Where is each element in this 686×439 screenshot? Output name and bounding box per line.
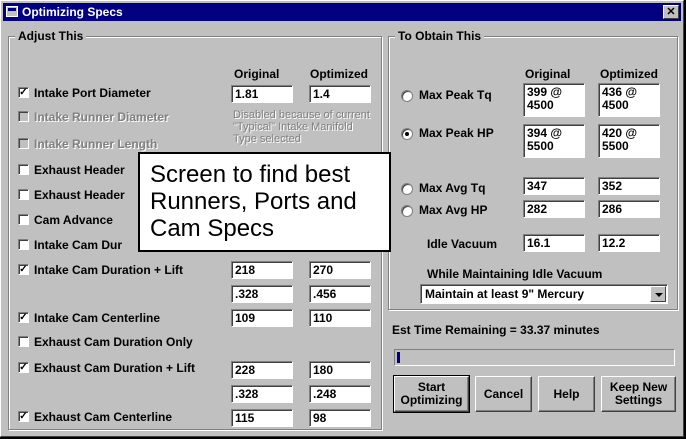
est-time-remaining: Est Time Remaining = 33.37 minutes — [392, 323, 600, 337]
max-avg-hp-original[interactable]: 282 — [523, 200, 585, 218]
to-obtain-this-label: To Obtain This — [395, 29, 485, 43]
intake-cam-duration-only-checkbox[interactable] — [18, 239, 29, 250]
cam-advance-checkbox[interactable] — [18, 214, 29, 225]
window-icon[interactable] — [6, 6, 18, 17]
intake-cam-lift-optimized[interactable]: .456 — [309, 285, 371, 303]
intake-cam-duration-lift-label: Intake Cam Duration + Lift — [34, 263, 184, 277]
exhaust-cam-duration-only-checkbox[interactable] — [18, 336, 29, 347]
max-peak-tq-label: Max Peak Tq — [419, 88, 492, 102]
close-icon[interactable]: ✕ — [663, 5, 679, 19]
intake-cam-centerline-label: Intake Cam Centerline — [34, 311, 161, 325]
max-peak-hp-radio[interactable] — [401, 128, 413, 140]
max-avg-hp-optimized[interactable]: 286 — [598, 200, 660, 218]
exhaust-cam-duration-lift-checkbox[interactable]: ✓ — [18, 362, 29, 373]
intake-port-diameter-optimized[interactable]: 1.4 — [309, 85, 371, 103]
exhaust-header-1-checkbox[interactable] — [18, 164, 29, 175]
intake-cam-duration-lift-checkbox[interactable]: ✓ — [18, 264, 29, 275]
max-peak-hp-optimized[interactable]: 420 @ 5500 — [598, 124, 660, 158]
exhaust-cam-centerline-optimized[interactable]: 98 — [309, 409, 371, 427]
window-title: Optimizing Specs — [22, 5, 123, 19]
obtain-col-original: Original — [525, 67, 571, 81]
idle-vacuum-dropdown-value: Maintain at least 9" Mercury — [425, 287, 585, 301]
help-button[interactable]: Help — [538, 376, 595, 412]
max-avg-tq-radio[interactable] — [401, 183, 413, 195]
progress-fill — [397, 352, 400, 363]
max-peak-hp-original[interactable]: 394 @ 5500 — [523, 124, 585, 158]
keep-new-settings-button[interactable]: Keep New Settings — [601, 376, 676, 412]
exhaust-cam-centerline-label: Exhaust Cam Centerline — [34, 410, 173, 424]
intake-cam-centerline-original[interactable]: 109 — [231, 309, 293, 327]
intake-port-diameter-checkbox[interactable]: ✓ — [18, 87, 29, 98]
exhaust-cam-duration-only-label: Exhaust Cam Duration Only — [34, 335, 193, 349]
intake-runner-length-checkbox — [18, 138, 29, 149]
max-avg-tq-label: Max Avg Tq — [419, 181, 486, 195]
exhaust-header-1-label: Exhaust Header — [34, 163, 125, 177]
adjust-this-label: Adjust This — [15, 29, 87, 43]
intake-cam-centerline-optimized[interactable]: 110 — [309, 309, 371, 327]
idle-vacuum-original[interactable]: 16.1 — [523, 234, 585, 252]
intake-cam-duration-only-label: Intake Cam Dur — [34, 238, 123, 252]
exhaust-header-2-checkbox[interactable] — [18, 189, 29, 200]
start-optimizing-button[interactable]: Start Optimizing — [393, 375, 470, 413]
callout-overlay: Screen to find best Runners, Ports and C… — [138, 152, 391, 252]
max-peak-tq-original[interactable]: 399 @ 4500 — [523, 83, 585, 117]
intake-runner-length-label: Intake Runner Length — [34, 137, 158, 151]
exhaust-cam-duration-original[interactable]: 228 — [231, 361, 293, 379]
exhaust-cam-lift-optimized[interactable]: .248 — [309, 385, 371, 403]
max-avg-hp-radio[interactable] — [401, 205, 413, 217]
adjust-col-original: Original — [234, 67, 280, 81]
exhaust-cam-centerline-checkbox[interactable]: ✓ — [18, 411, 29, 422]
adjust-col-optimized: Optimized — [310, 67, 369, 81]
max-peak-tq-optimized[interactable]: 436 @ 4500 — [598, 83, 660, 117]
optimizing-specs-window: Optimizing Specs ✕ Adjust This Original … — [0, 0, 684, 437]
max-peak-hp-label: Max Peak HP — [419, 126, 494, 140]
disabled-note-3: Type selected — [233, 133, 301, 145]
exhaust-cam-centerline-original[interactable]: 115 — [231, 409, 293, 427]
max-avg-tq-optimized[interactable]: 352 — [598, 177, 660, 195]
exhaust-cam-duration-lift-label: Exhaust Cam Duration + Lift — [34, 361, 196, 375]
title-bar[interactable]: Optimizing Specs ✕ — [3, 3, 681, 21]
exhaust-cam-lift-original[interactable]: .328 — [231, 385, 293, 403]
exhaust-header-2-label: Exhaust Header — [34, 188, 125, 202]
max-avg-tq-original[interactable]: 347 — [523, 177, 585, 195]
intake-cam-centerline-checkbox[interactable]: ✓ — [18, 312, 29, 323]
intake-cam-lift-original[interactable]: .328 — [231, 285, 293, 303]
idle-vacuum-optimized[interactable]: 12.2 — [598, 234, 660, 252]
idle-vacuum-label: Idle Vacuum — [427, 237, 498, 251]
idle-vacuum-dropdown[interactable]: Maintain at least 9" Mercury — [420, 284, 668, 304]
intake-runner-diameter-checkbox — [18, 111, 29, 122]
intake-port-diameter-original[interactable]: 1.81 — [231, 85, 293, 103]
max-peak-tq-radio[interactable] — [401, 90, 413, 102]
disabled-note-1: Disabled because of current — [233, 109, 370, 121]
intake-port-diameter-label: Intake Port Diameter — [34, 86, 151, 100]
max-avg-hp-label: Max Avg HP — [419, 203, 488, 217]
cam-advance-label: Cam Advance — [34, 213, 113, 227]
obtain-col-optimized: Optimized — [600, 67, 659, 81]
exhaust-cam-duration-optimized[interactable]: 180 — [309, 361, 371, 379]
maintain-idle-vacuum-label: While Maintaining Idle Vacuum — [427, 267, 603, 281]
cancel-button[interactable]: Cancel — [475, 376, 532, 412]
disabled-note-2: "Typical" Intake Manifold — [233, 121, 353, 133]
intake-cam-duration-optimized[interactable]: 270 — [309, 261, 371, 279]
intake-runner-diameter-label: Intake Runner Diameter — [34, 110, 169, 124]
optimize-progress-bar — [394, 349, 675, 366]
intake-cam-duration-original[interactable]: 218 — [231, 261, 293, 279]
chevron-down-icon[interactable] — [650, 286, 666, 302]
